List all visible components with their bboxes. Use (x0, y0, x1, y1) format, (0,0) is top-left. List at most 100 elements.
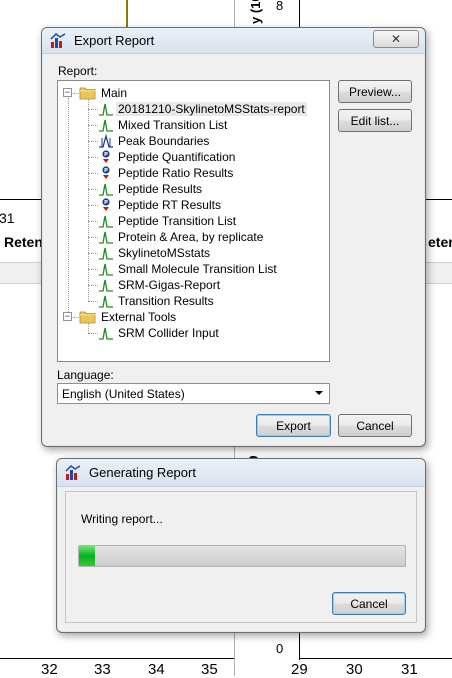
progress-cancel-button[interactable]: Cancel (332, 592, 406, 615)
peak-green-icon (98, 118, 114, 132)
export-report-dialog: Export Report ✕ Report: − Main 20181210-Sk… (41, 27, 426, 447)
close-button[interactable]: ✕ (373, 30, 419, 48)
svg-text:P: P (104, 200, 108, 206)
tree-connector (88, 333, 98, 334)
report-item-label: Transition Results (118, 294, 214, 308)
cancel-button[interactable]: Cancel (338, 414, 412, 437)
left-x-axis (0, 658, 234, 659)
skyline-app-icon (65, 464, 81, 481)
report-list-item[interactable]: SRM Collider Input (98, 325, 219, 341)
report-item-label: Small Molecule Transition List (118, 262, 277, 276)
tree-connector (88, 157, 98, 158)
report-item-label: Peptide Transition List (118, 214, 237, 228)
peak-green-icon (98, 182, 114, 196)
svg-text:P: P (104, 168, 108, 174)
report-item-label: Peptide Quantification (118, 150, 236, 164)
report-item-label: SRM Collider Input (118, 326, 219, 340)
tree-connector (88, 269, 98, 270)
top-value-label: 8 (276, 0, 284, 13)
report-item-label: SRM-Gigas-Report (118, 278, 221, 292)
peak-green-icon (98, 262, 114, 276)
skyline-app-icon (50, 32, 66, 49)
generating-report-dialog: Generating Report Writing report... Canc… (56, 458, 426, 633)
report-list-item[interactable]: Peptide Transition List (98, 213, 236, 229)
right-y-axis-lower (299, 630, 300, 660)
tree-connector (68, 98, 69, 312)
report-list-item[interactable]: Mixed Transition List (98, 117, 227, 133)
bottom-zero-label: 0 (276, 641, 284, 656)
peak-green-icon (98, 278, 114, 292)
tree-collapse-toggle[interactable]: − (63, 88, 72, 97)
progress-dialog-title: Generating Report (89, 465, 196, 480)
report-list-item[interactable]: SkylinetoMSstats (98, 245, 210, 261)
export-dialog-titlebar[interactable]: Export Report ✕ (42, 28, 425, 54)
report-item-label: 20181210-SkylinetoMSStats-report (116, 102, 307, 116)
left-y-tick-label: 31 (0, 210, 15, 226)
report-list-item[interactable]: P Peptide Quantification (98, 149, 235, 165)
tree-connector (88, 285, 98, 286)
report-item-label: Peptide Ratio Results (118, 166, 234, 180)
peptide-icon: P (98, 166, 114, 180)
peak-boundary-icon (98, 134, 114, 148)
language-select[interactable]: English (United States) (57, 383, 330, 404)
x-tick-label: 30 (346, 661, 363, 678)
report-list-item[interactable]: Peak Boundaries (98, 133, 209, 149)
report-list-item[interactable]: P Peptide RT Results (98, 197, 221, 213)
peak-green-icon (98, 230, 114, 244)
close-icon: ✕ (390, 32, 402, 46)
export-button[interactable]: Export (256, 414, 331, 437)
svg-text:P: P (104, 152, 108, 158)
report-item-label: Peak Boundaries (118, 134, 210, 148)
tree-group[interactable]: Main (79, 85, 127, 101)
tree-connector (88, 253, 98, 254)
right-x-axis-title-fragment: eten (428, 234, 452, 250)
folder-icon (79, 310, 97, 324)
peptide-icon: P (98, 198, 114, 212)
report-item-label: Mixed Transition List (118, 118, 228, 132)
x-tick-label: 31 (401, 661, 418, 678)
edit-list-button[interactable]: Edit list... (338, 109, 412, 132)
report-list-item[interactable]: SRM-Gigas-Report (98, 277, 220, 293)
folder-icon (79, 86, 97, 100)
export-dialog-title: Export Report (74, 33, 155, 48)
tree-connector (88, 237, 98, 238)
report-tree[interactable]: − Main 20181210-SkylinetoMSStats-report Mix… (57, 80, 330, 362)
report-list-item[interactable]: Small Molecule Transition List (98, 261, 277, 277)
report-list-item[interactable]: Peptide Results (98, 181, 202, 197)
report-list-item[interactable]: 20181210-SkylinetoMSStats-report (98, 101, 307, 117)
x-tick-label: 33 (94, 661, 111, 678)
right-y-axis (299, 0, 300, 30)
language-label: Language: (57, 368, 114, 382)
tree-connector (88, 205, 98, 206)
x-tick-label: 35 (201, 661, 218, 678)
progress-dialog-titlebar[interactable]: Generating Report (57, 459, 425, 487)
tree-group-label: Main (101, 86, 128, 100)
report-item-label: Peptide Results (118, 182, 203, 196)
report-item-label: Protein & Area, by replicate (118, 230, 264, 244)
progress-bar (78, 545, 406, 567)
peak-green-icon (98, 214, 114, 228)
report-item-label: SkylinetoMSstats (118, 246, 211, 260)
tree-group[interactable]: External Tools (79, 309, 176, 325)
peak-green-icon (98, 102, 114, 116)
peak-green-icon (98, 246, 114, 260)
left-axis-tick-row (0, 199, 42, 200)
preview-button[interactable]: Preview... (338, 80, 412, 103)
peptide-icon: P (98, 150, 114, 164)
tree-connector (88, 323, 89, 333)
tree-connector (88, 221, 98, 222)
progress-status-text: Writing report... (81, 512, 163, 526)
report-list-item[interactable]: P Peptide Ratio Results (98, 165, 233, 181)
tree-connector (88, 301, 98, 302)
left-x-axis-title-fragment: Reten (4, 234, 43, 250)
peak-green-icon (98, 326, 114, 340)
progress-bar-fill (79, 546, 96, 566)
tree-connector (88, 125, 98, 126)
tree-collapse-toggle[interactable]: − (63, 312, 72, 321)
report-list-item[interactable]: Transition Results (98, 293, 214, 309)
report-label: Report: (58, 64, 98, 78)
chevron-down-icon (315, 391, 323, 395)
tree-connector (88, 99, 89, 301)
report-list-item[interactable]: Protein & Area, by replicate (98, 229, 263, 245)
y-axis-title-fragment: y (10 (248, 0, 263, 24)
